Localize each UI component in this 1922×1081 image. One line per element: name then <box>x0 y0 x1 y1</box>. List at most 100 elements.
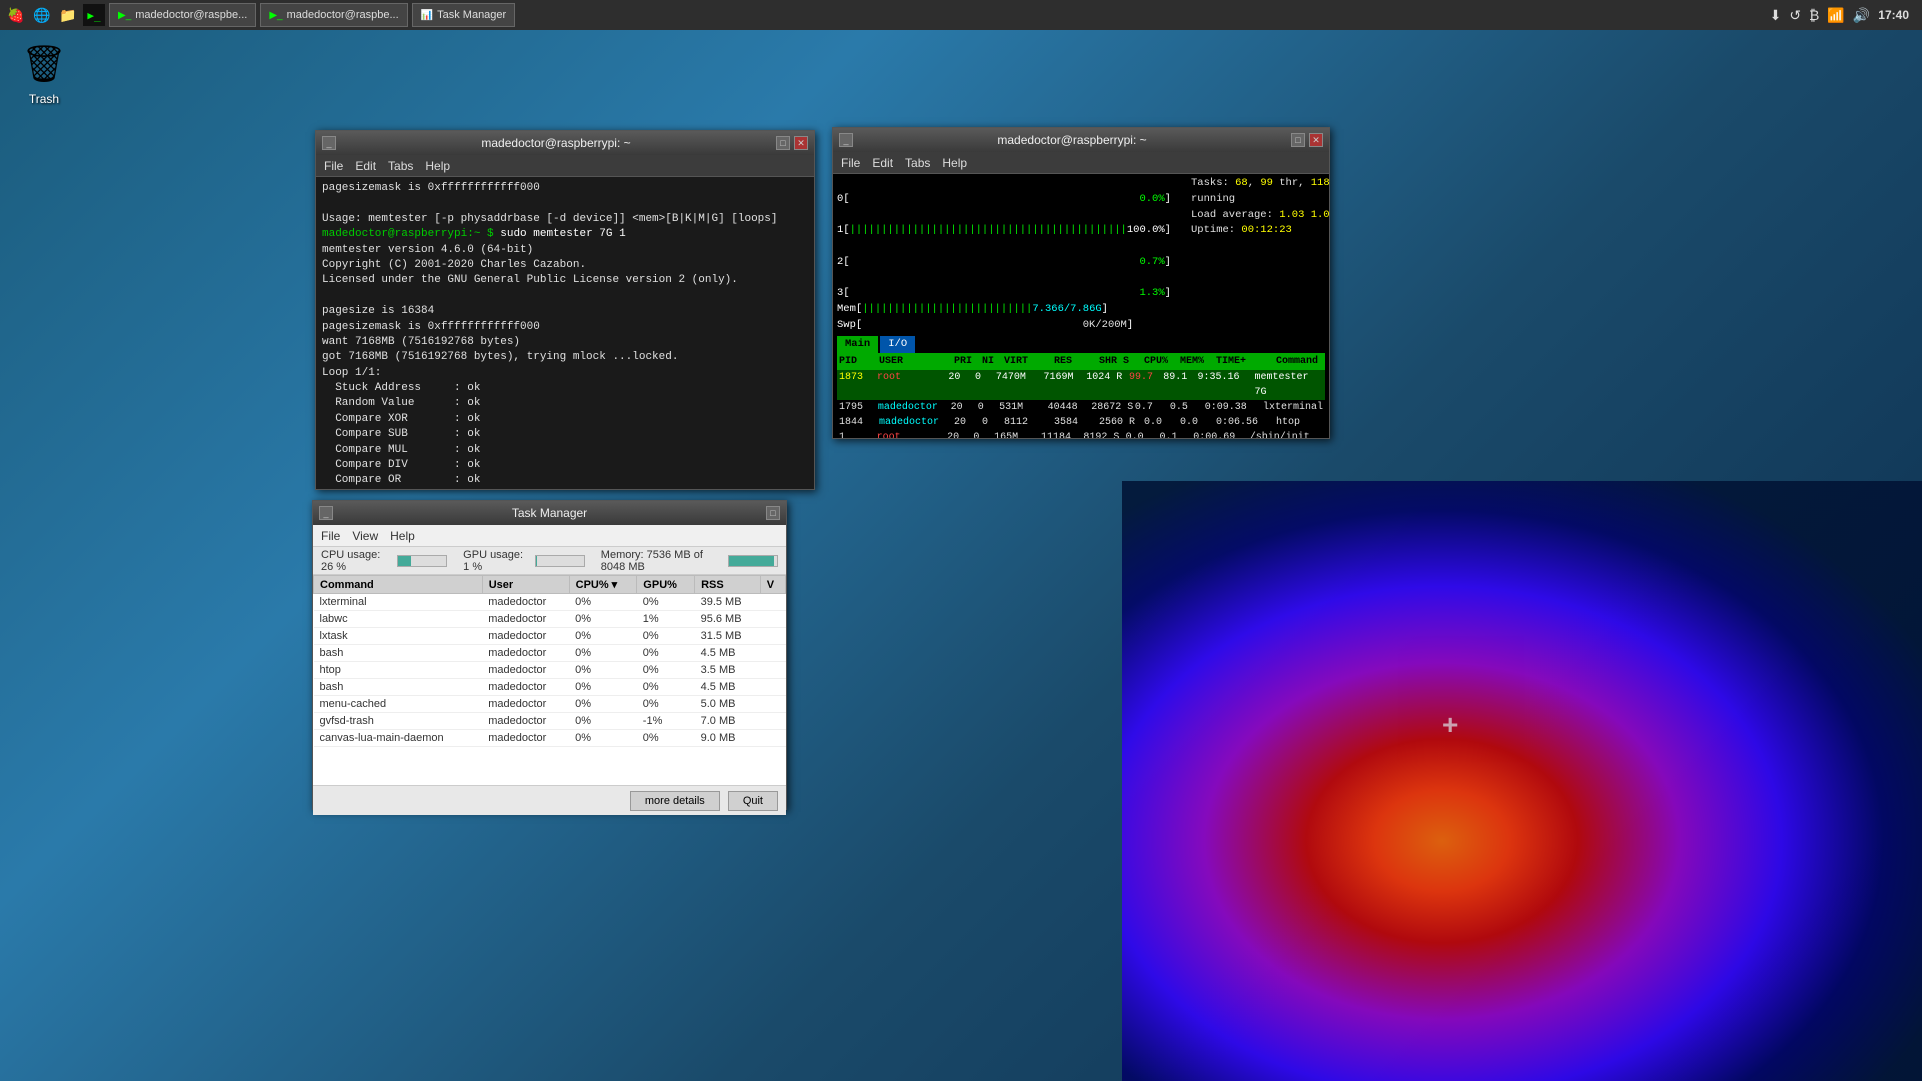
htop-minimize-btn[interactable]: _ <box>839 133 853 147</box>
htop-tab-io[interactable]: I/O <box>880 336 915 354</box>
htop-menu-help[interactable]: Help <box>942 156 967 170</box>
proc-v <box>760 594 785 611</box>
table-row[interactable]: lxterminal madedoctor 0% 0% 39.5 MB <box>314 594 786 611</box>
table-row[interactable]: htop madedoctor 0% 0% 3.5 MB <box>314 662 786 679</box>
taskbar-terminal2[interactable]: ▶_ madedoctor@raspbe... <box>260 3 407 27</box>
table-row[interactable]: bash madedoctor 0% 0% 4.5 MB <box>314 645 786 662</box>
htop-proc-row[interactable]: 1795 madedoctor 20 0 531M 40448 28672 S … <box>837 400 1325 415</box>
htop-col-cmd[interactable]: Command <box>1276 354 1323 369</box>
terminal-menu-edit[interactable]: Edit <box>355 159 376 173</box>
terminal-menu-tabs[interactable]: Tabs <box>388 159 413 173</box>
terminal-line: Compare DIV : ok <box>322 458 808 473</box>
htop-col-user[interactable]: USER <box>879 354 954 369</box>
proc-user: madedoctor <box>482 628 569 645</box>
volume-icon: 🔊 <box>1853 7 1870 24</box>
quit-button[interactable]: Quit <box>728 791 778 811</box>
taskmanager-menu-file[interactable]: File <box>321 529 340 543</box>
proc-cpu: 0% <box>569 645 637 662</box>
htop-col-res[interactable]: RES <box>1054 354 1099 369</box>
terminal-maximize-btn[interactable]: □ <box>776 136 790 150</box>
htop-col-pri[interactable]: PRI <box>954 354 982 369</box>
htop-table-header: PID USER PRI NI VIRT RES SHR S CPU% MEM%… <box>837 353 1325 370</box>
memory-label: Memory: 7536 MB of 8048 MB <box>601 549 724 573</box>
table-row[interactable]: menu-cached madedoctor 0% 0% 5.0 MB <box>314 696 786 713</box>
table-row[interactable]: lxtask madedoctor 0% 0% 31.5 MB <box>314 628 786 645</box>
cpu-bar-fill <box>398 556 410 566</box>
proc-user: madedoctor <box>482 594 569 611</box>
htop-proc-row[interactable]: 1 root 20 0 165M 11184 8192 S 0.0 0.1 0:… <box>837 430 1325 438</box>
table-row[interactable]: canvas-lua-main-daemon madedoctor 0% 0% … <box>314 730 786 747</box>
htop-col-time[interactable]: TIME+ <box>1216 354 1276 369</box>
col-command[interactable]: Command <box>314 576 483 594</box>
proc-v <box>760 679 785 696</box>
proc-user: madedoctor <box>482 645 569 662</box>
htop-body[interactable]: 0[ 0.0%] 1[|||||||||||||||||||||||||||||… <box>833 174 1329 438</box>
terminal-line: want 7168MB (7516192768 bytes) <box>322 335 808 350</box>
wifi-icon: 📶 <box>1827 7 1844 24</box>
terminal-line: Copyright (C) 2001-2020 Charles Cazabon. <box>322 258 808 273</box>
htop-close-btn[interactable]: ✕ <box>1309 133 1323 147</box>
htop-tab-main[interactable]: Main <box>837 336 878 354</box>
htop-col-pid[interactable]: PID <box>839 354 879 369</box>
raspberry-pi-menu-icon[interactable]: 🍓 <box>5 4 27 26</box>
htop-col-cpu[interactable]: CPU% <box>1144 354 1180 369</box>
proc-cmd: gvfsd-trash <box>314 713 483 730</box>
folder-icon[interactable]: 📁 <box>57 4 79 26</box>
terminal-close-btn[interactable]: ✕ <box>794 136 808 150</box>
proc-rss: 4.5 MB <box>695 645 761 662</box>
taskmanager-maximize-btn[interactable]: □ <box>766 506 780 520</box>
terminal-minimize-btn[interactable]: _ <box>322 136 336 150</box>
htop-menu-edit[interactable]: Edit <box>872 156 893 170</box>
col-cpu[interactable]: CPU% ▾ <box>569 576 637 594</box>
desktop-trash[interactable]: 🗑 Trash <box>20 40 68 106</box>
table-row[interactable]: bash madedoctor 0% 0% 4.5 MB <box>314 679 786 696</box>
terminal-menu-help[interactable]: Help <box>425 159 450 173</box>
taskmanager-menu-view[interactable]: View <box>352 529 378 543</box>
htop-menu-file[interactable]: File <box>841 156 860 170</box>
proc-cmd: menu-cached <box>314 696 483 713</box>
proc-v <box>760 611 785 628</box>
table-row[interactable]: gvfsd-trash madedoctor 0% -1% 7.0 MB <box>314 713 786 730</box>
terminal-body[interactable]: pagesizemask is 0xffffffffffff000 Usage:… <box>316 177 814 489</box>
htop-proc-row[interactable]: 1844 madedoctor 20 0 8112 3584 2560 R 0.… <box>837 415 1325 430</box>
terminal-menu-file[interactable]: File <box>324 159 343 173</box>
htop-row-selected[interactable]: 1873 root 20 0 7470M 7169M 1024 R 99.7 8… <box>837 370 1325 400</box>
col-v[interactable]: V <box>760 576 785 594</box>
proc-cmd: bash <box>314 645 483 662</box>
taskmanager-table: Command User CPU% ▾ GPU% RSS V lxtermina… <box>313 575 786 747</box>
terminal-titlebar[interactable]: _ madedoctor@raspberrypi: ~ □ ✕ <box>316 131 814 155</box>
taskmanager-minimize-btn[interactable]: _ <box>319 506 333 520</box>
htop-col-mem[interactable]: MEM% <box>1180 354 1216 369</box>
col-user[interactable]: User <box>482 576 569 594</box>
taskmanager-menu-help[interactable]: Help <box>390 529 415 543</box>
htop-col-virt[interactable]: VIRT <box>1004 354 1054 369</box>
htop-col-ni[interactable]: NI <box>982 354 1004 369</box>
taskmanager-titlebar[interactable]: _ Task Manager □ <box>313 501 786 525</box>
htop-col-shr[interactable]: SHR S <box>1099 354 1144 369</box>
htop-swp: Swp[ 0K/200M] <box>837 318 1171 334</box>
file-manager-icon[interactable]: 🌐 <box>31 4 53 26</box>
cpu-usage-bar <box>397 555 447 567</box>
terminal-line: Usage: memtester [-p physaddrbase [-d de… <box>322 212 808 227</box>
terminal-line <box>322 289 808 304</box>
terminal-line: memtester version 4.6.0 (64-bit) <box>322 243 808 258</box>
taskbar-terminal1[interactable]: ▶_ madedoctor@raspbe... <box>109 3 256 27</box>
download-icon: ⬇ <box>1770 7 1782 24</box>
htop-cpu2: 2[ 0.7%] <box>837 239 1171 271</box>
terminal-line <box>322 196 808 211</box>
proc-cpu: 0% <box>569 713 637 730</box>
more-details-button[interactable]: more details <box>630 791 720 811</box>
htop-maximize-btn[interactable]: □ <box>1291 133 1305 147</box>
proc-gpu: -1% <box>637 713 695 730</box>
col-gpu[interactable]: GPU% <box>637 576 695 594</box>
terminal-line: pagesizemask is 0xffffffffffff000 <box>322 181 808 196</box>
terminal-icon[interactable]: ▶_ <box>83 4 105 26</box>
taskbar-taskmanager[interactable]: 📊 Task Manager <box>412 3 516 27</box>
col-rss[interactable]: RSS <box>695 576 761 594</box>
proc-v <box>760 730 785 747</box>
htop-titlebar[interactable]: _ madedoctor@raspberrypi: ~ □ ✕ <box>833 128 1329 152</box>
table-row[interactable]: labwc madedoctor 0% 1% 95.6 MB <box>314 611 786 628</box>
proc-gpu: 0% <box>637 594 695 611</box>
htop-cpu1: 1[||||||||||||||||||||||||||||||||||||||… <box>837 208 1171 240</box>
htop-menu-tabs[interactable]: Tabs <box>905 156 930 170</box>
